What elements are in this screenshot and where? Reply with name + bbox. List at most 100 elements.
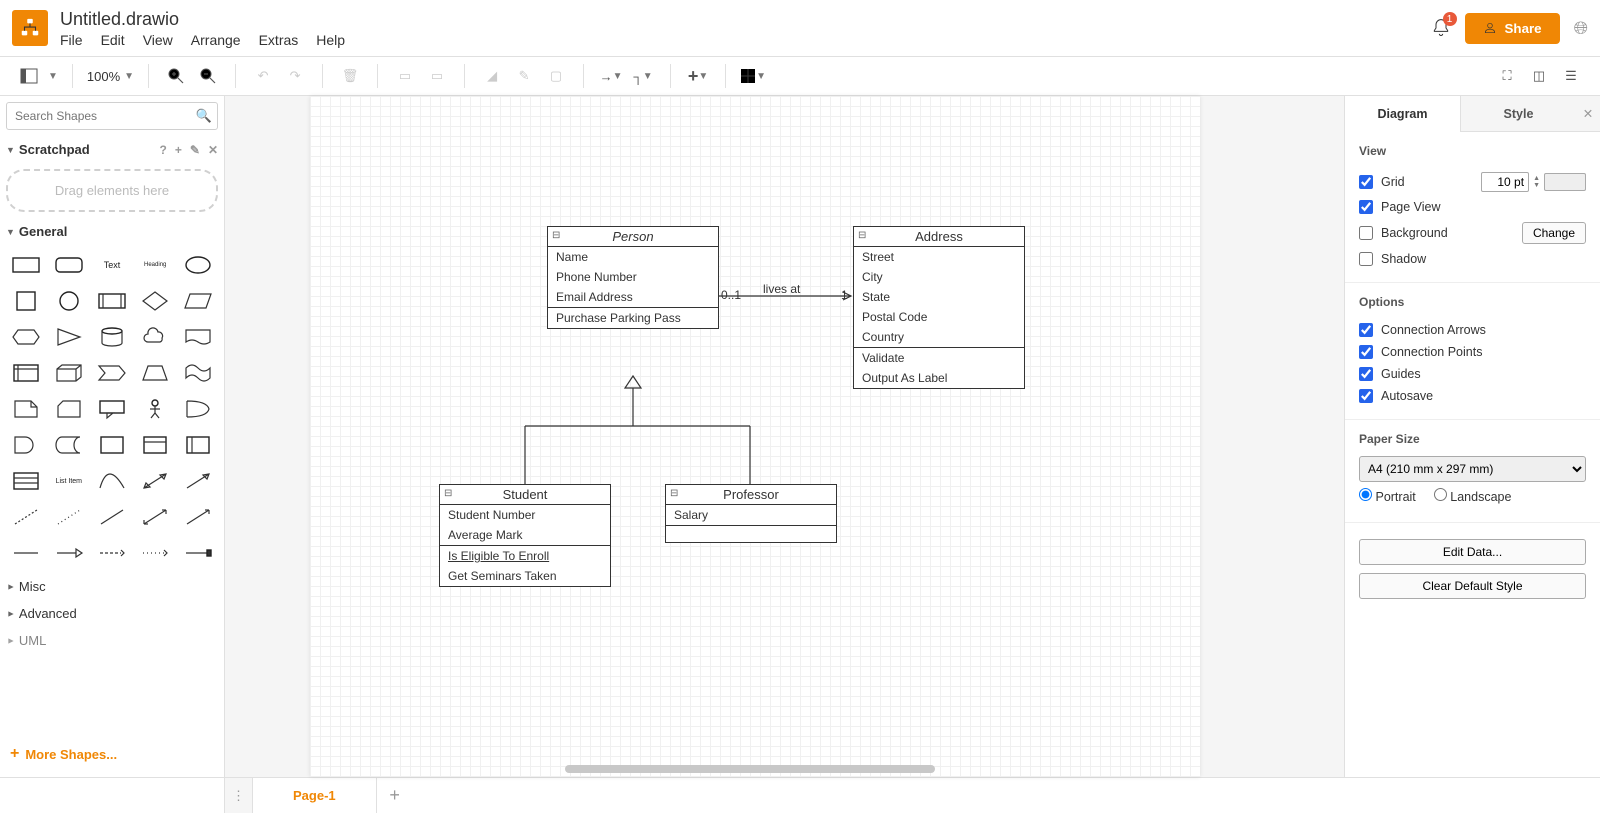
to-back-button[interactable]: ▭ <box>424 63 450 89</box>
shape-process[interactable] <box>92 285 131 317</box>
shape-vert-container[interactable] <box>179 429 218 461</box>
scratchpad-dropzone[interactable]: Drag elements here <box>6 169 218 212</box>
shape-or[interactable] <box>179 393 218 425</box>
autosave-checkbox[interactable] <box>1359 389 1373 403</box>
sidebar-toggle-button[interactable] <box>16 63 42 89</box>
shape-step[interactable] <box>92 357 131 389</box>
shape-circle[interactable] <box>49 285 88 317</box>
shape-solid-connector[interactable] <box>179 537 218 569</box>
uml-attr[interactable]: Name <box>548 247 718 267</box>
uml-attr[interactable]: City <box>854 267 1024 287</box>
misc-header[interactable]: ▼Misc <box>6 573 218 600</box>
search-input[interactable] <box>6 102 218 130</box>
shape-internal-storage[interactable] <box>6 357 45 389</box>
shape-hexagon[interactable] <box>6 321 45 353</box>
shape-trapezoid[interactable] <box>136 357 175 389</box>
scratchpad-header[interactable]: ▼ Scratchpad ? + ✎ ✕ <box>6 136 218 163</box>
to-front-button[interactable]: ▭ <box>392 63 418 89</box>
shape-list[interactable] <box>6 465 45 497</box>
more-shapes-button[interactable]: +More Shapes... <box>6 737 218 771</box>
uml-attr[interactable]: Country <box>854 327 1024 347</box>
portrait-radio[interactable] <box>1359 488 1372 501</box>
uml-attr[interactable]: Average Mark <box>440 525 610 545</box>
clear-style-button[interactable]: Clear Default Style <box>1359 573 1586 599</box>
fullscreen-button[interactable]: ⛶ <box>1494 63 1520 89</box>
scratchpad-close-icon[interactable]: ✕ <box>208 143 218 157</box>
shape-note[interactable] <box>6 393 45 425</box>
shape-dashed-line[interactable] <box>6 501 45 533</box>
horizontal-scrollbar[interactable] <box>565 765 935 773</box>
menu-edit[interactable]: Edit <box>101 32 125 48</box>
uml-method[interactable]: Get Seminars Taken <box>440 566 610 586</box>
shape-text[interactable]: Text <box>92 249 131 281</box>
waypoint-style-button[interactable]: ┐ ▼ <box>630 63 656 89</box>
undo-button[interactable]: ↶ <box>250 63 276 89</box>
panel-close-icon[interactable]: ✕ <box>1576 96 1600 132</box>
uml-class-person[interactable]: ⊟Person Name Phone Number Email Address … <box>547 226 719 329</box>
shape-triangle[interactable] <box>49 321 88 353</box>
shape-callout[interactable] <box>92 393 131 425</box>
edge-mult-right[interactable]: 1 <box>841 288 848 302</box>
delete-button[interactable]: 🗑 <box>337 63 363 89</box>
uml-class-professor[interactable]: ⊟Professor Salary <box>665 484 837 543</box>
shape-thick-line[interactable] <box>6 537 45 569</box>
tab-diagram[interactable]: Diagram <box>1345 96 1460 132</box>
format-toggle-button[interactable]: ◫ <box>1526 63 1552 89</box>
shape-bidir-arrow[interactable] <box>136 465 175 497</box>
language-icon[interactable]: 🌐︎ <box>1574 18 1588 39</box>
shape-card[interactable] <box>49 393 88 425</box>
landscape-radio[interactable] <box>1434 488 1447 501</box>
paper-size-select[interactable]: A4 (210 mm x 297 mm) <box>1359 456 1586 482</box>
scratchpad-help-icon[interactable]: ? <box>160 143 167 157</box>
shape-list-item[interactable]: List Item <box>49 465 88 497</box>
shadow-checkbox[interactable] <box>1359 252 1373 266</box>
menu-arrange[interactable]: Arrange <box>191 32 241 48</box>
scratchpad-edit-icon[interactable]: ✎ <box>190 143 200 157</box>
uml-attr[interactable]: Phone Number <box>548 267 718 287</box>
add-page-button[interactable]: + <box>377 785 413 806</box>
zoom-out-button[interactable] <box>195 63 221 89</box>
shape-cube[interactable] <box>49 357 88 389</box>
uml-class-address[interactable]: ⊟Address Street City State Postal Code C… <box>853 226 1025 389</box>
uml-method-empty[interactable] <box>666 526 836 542</box>
uml-class-student[interactable]: ⊟Student Student Number Average Mark Is … <box>439 484 611 587</box>
grid-size-up[interactable]: ▲ <box>1533 175 1540 182</box>
uml-method[interactable]: Output As Label <box>854 368 1024 388</box>
document-title[interactable]: Untitled.drawio <box>60 9 345 30</box>
uml-attr[interactable]: Salary <box>666 505 836 525</box>
tab-style[interactable]: Style <box>1460 96 1576 132</box>
shape-rounded-rect[interactable] <box>49 249 88 281</box>
shape-tape[interactable] <box>179 357 218 389</box>
uml-title-person[interactable]: ⊟Person <box>548 227 718 247</box>
conn-points-checkbox[interactable] <box>1359 345 1373 359</box>
conn-arrows-checkbox[interactable] <box>1359 323 1373 337</box>
shape-cylinder[interactable] <box>92 321 131 353</box>
shape-dotted-line[interactable] <box>49 501 88 533</box>
zoom-control[interactable]: 100%▼ <box>87 69 134 84</box>
shape-cloud[interactable] <box>136 321 175 353</box>
uml-header[interactable]: ▼UML <box>6 627 218 654</box>
shape-data-storage[interactable] <box>49 429 88 461</box>
app-logo[interactable] <box>12 10 48 46</box>
shape-curve[interactable] <box>92 465 131 497</box>
uml-method[interactable]: Validate <box>854 348 1024 368</box>
general-header[interactable]: ▼ General <box>6 218 218 245</box>
uml-method[interactable]: Purchase Parking Pass <box>548 308 718 328</box>
shape-actor[interactable] <box>136 393 175 425</box>
canvas[interactable]: 0..1 lives at 1 ⊟Person Name Phone Numbe… <box>225 96 1344 777</box>
change-background-button[interactable]: Change <box>1522 222 1586 244</box>
edit-data-button[interactable]: Edit Data... <box>1359 539 1586 565</box>
collapse-button[interactable]: ☰ <box>1558 63 1584 89</box>
uml-title-professor[interactable]: ⊟Professor <box>666 485 836 505</box>
shape-document[interactable] <box>179 321 218 353</box>
uml-title-address[interactable]: ⊟Address <box>854 227 1024 247</box>
shape-line-bidir[interactable] <box>136 501 175 533</box>
menu-help[interactable]: Help <box>316 32 345 48</box>
edge-mult-left[interactable]: 0..1 <box>721 288 741 302</box>
uml-attr[interactable]: Email Address <box>548 287 718 307</box>
shape-line[interactable] <box>92 501 131 533</box>
shape-and[interactable] <box>6 429 45 461</box>
shape-dot-connector[interactable] <box>136 537 175 569</box>
grid-color-swatch[interactable] <box>1544 173 1586 191</box>
grid-checkbox[interactable] <box>1359 175 1373 189</box>
